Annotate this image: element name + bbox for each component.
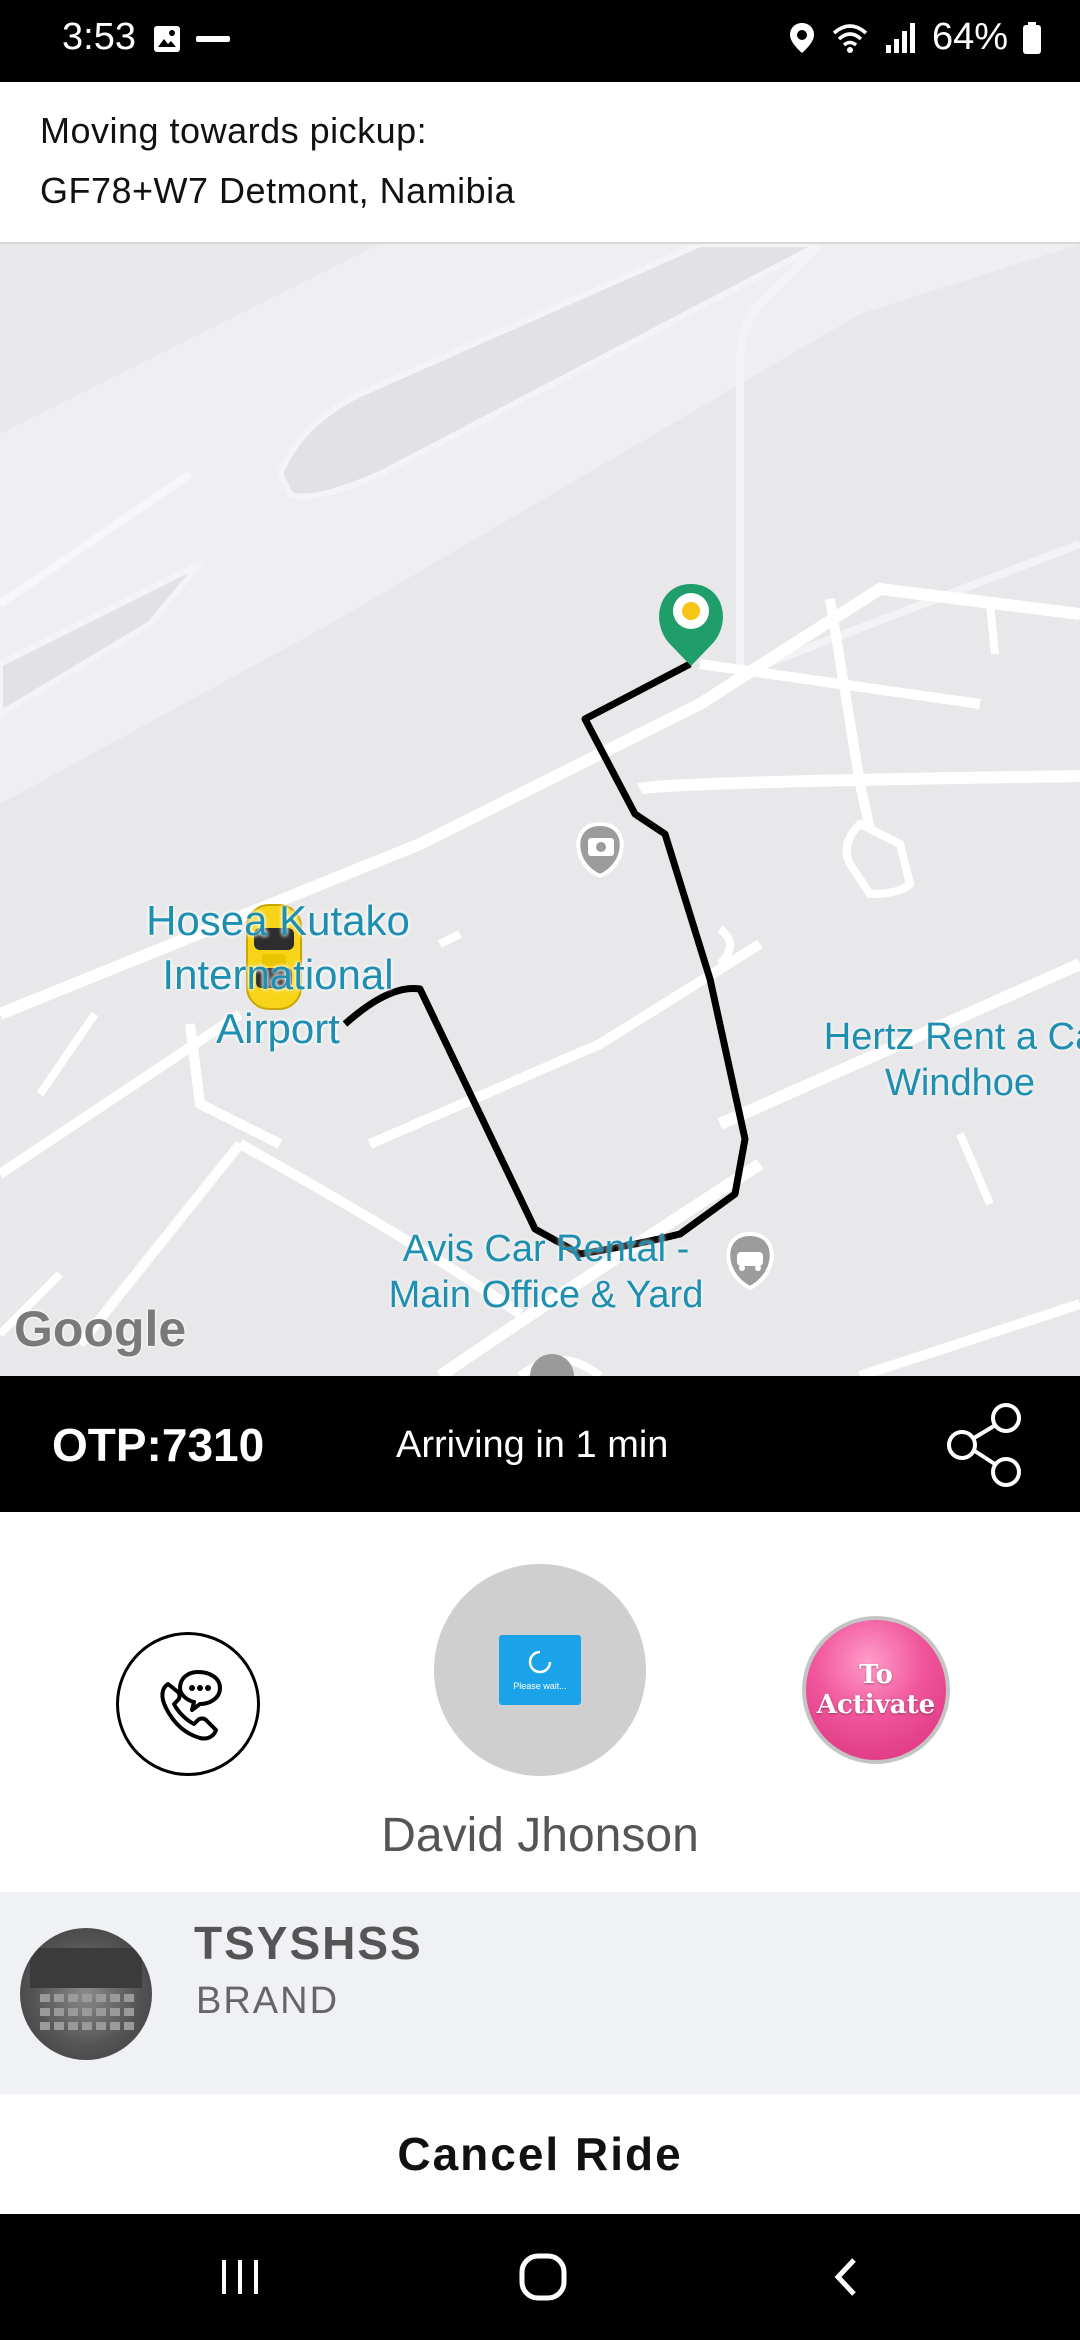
cancel-ride-button[interactable]: Cancel Ride	[0, 2094, 1080, 2214]
vehicle-brand: BRAND	[196, 1980, 340, 2022]
loading-indicator: Please wait...	[499, 1635, 581, 1705]
gallery-icon	[154, 26, 180, 52]
signal-icon	[885, 22, 915, 53]
call-chat-button[interactable]	[116, 1632, 260, 1776]
back-icon[interactable]	[826, 2254, 866, 2300]
wifi-icon	[832, 23, 868, 53]
system-nav-bar	[0, 2214, 1080, 2340]
pickup-header: Moving towards pickup: GF78+W7 Detmont, …	[0, 82, 1080, 244]
otp-code: OTP:7310	[52, 1419, 265, 1471]
app-notification-icon	[196, 36, 230, 42]
status-bar: 3:53 64%	[0, 0, 1080, 82]
status-notifications	[152, 24, 234, 54]
recent-apps-icon[interactable]	[216, 2254, 266, 2300]
status-system: 64%	[788, 16, 1042, 59]
spinner-icon	[528, 1650, 552, 1674]
eta-text: Arriving in 1 min	[396, 1424, 669, 1466]
avis-label: Avis Car Rental - Main Office & Yard	[388, 1228, 704, 1316]
vehicle-panel: TSYSHSS BRAND	[0, 1892, 1080, 2094]
map-canvas	[0, 244, 1080, 1376]
share-icon	[947, 1403, 1021, 1487]
airport-label: Hosea Kutako International Airport	[146, 897, 410, 1052]
location-icon	[789, 22, 814, 53]
activate-button[interactable]: To Activate	[802, 1616, 950, 1764]
hertz-label: Hertz Rent a Ca Windhoe	[823, 1016, 1080, 1104]
pickup-status-label: Moving towards pickup:	[40, 110, 428, 151]
pickup-address: GF78+W7 Detmont, Namibia	[40, 170, 516, 211]
map-view[interactable]: Hosea Kutako International Airport Hertz…	[0, 244, 1080, 1376]
phone-chat-icon	[160, 1670, 222, 1741]
battery-icon	[1023, 21, 1041, 54]
activate-line2: Activate	[816, 1690, 936, 1720]
share-button[interactable]	[940, 1400, 1030, 1490]
home-icon[interactable]	[516, 2250, 570, 2304]
loading-text: Please wait...	[513, 1681, 567, 1691]
otp-bar: OTP:7310 Arriving in 1 min	[0, 1376, 1080, 1512]
google-attribution: Google	[14, 1301, 187, 1357]
vehicle-model: TSYSHSS	[194, 1917, 423, 1969]
driver-name: David Jhonson	[381, 1809, 699, 1862]
driver-panel: Please wait... To Activate David Jhonson	[0, 1512, 1080, 1892]
battery-percent: 64%	[931, 16, 1008, 58]
driver-avatar: Please wait...	[434, 1564, 646, 1776]
activate-line1: To	[859, 1660, 893, 1690]
status-time: 3:53	[62, 16, 136, 58]
vehicle-photo	[20, 1928, 152, 2060]
